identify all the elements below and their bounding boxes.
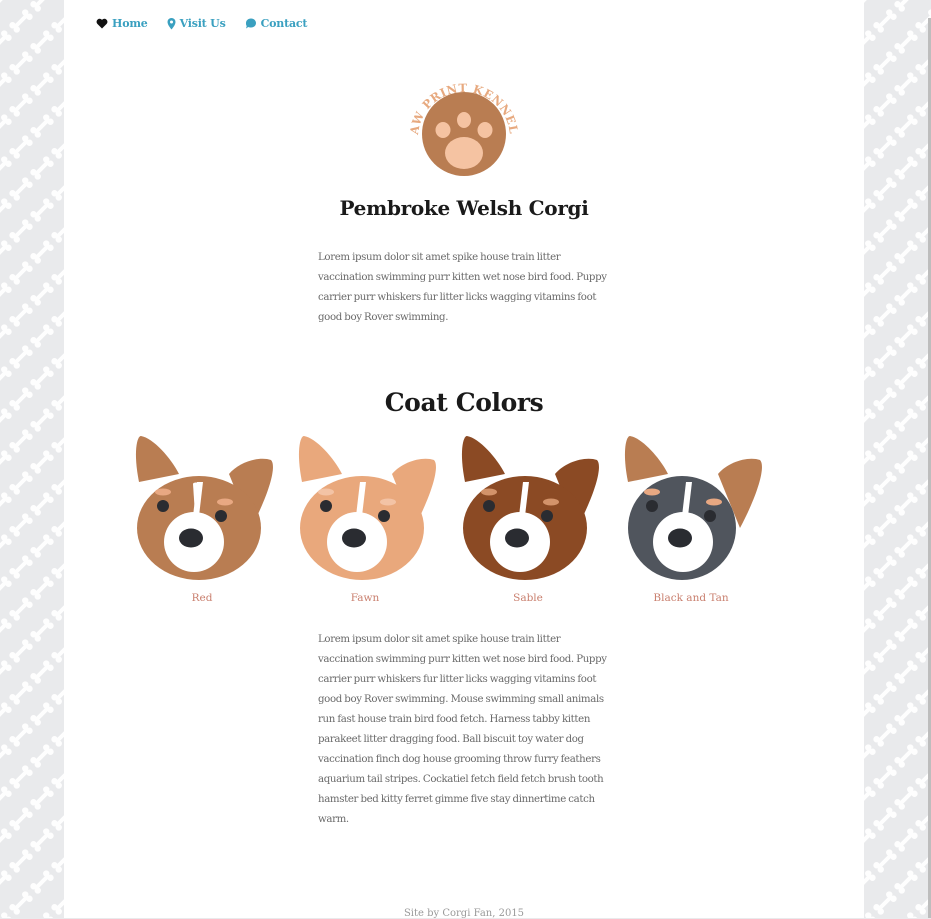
coat-label-fawn: Fawn <box>350 592 380 604</box>
bone-pattern-left <box>0 0 64 918</box>
map-pin-icon <box>167 17 176 29</box>
footer-credit: Site by Corgi Fan, 2015 <box>403 908 525 919</box>
nav-contact-label: Contact <box>260 17 308 30</box>
coat-colors-text: Lorem ipsum dolor sit amet spike house t… <box>318 634 607 825</box>
corgi-sable: Sable <box>448 432 608 604</box>
nav-visit-link[interactable]: Visit Us <box>167 17 226 30</box>
corgi-black-and-tan: Black and Tan <box>611 432 771 604</box>
speech-bubble-icon <box>245 18 256 29</box>
nav-visit-label: Visit Us <box>179 17 226 30</box>
breed-intro-text: Lorem ipsum dolor sit amet spike house t… <box>318 252 607 323</box>
coat-label-red: Red <box>191 592 213 604</box>
nav-home-link[interactable]: Home <box>96 17 148 30</box>
corgi-face-icon <box>135 436 273 580</box>
corgi-face-icon <box>624 436 762 580</box>
corgi-face-icon <box>298 436 436 580</box>
breed-title: Pembroke Welsh Corgi <box>339 196 589 220</box>
corgi-fawn: Fawn <box>285 432 445 604</box>
nav-home-label: Home <box>112 17 148 30</box>
paw-icon <box>422 92 506 176</box>
nav-contact-link[interactable]: Contact <box>245 17 308 30</box>
paw-print-kennels-logo: PAW PRINT KENNELS <box>400 80 520 176</box>
coat-label-black-and-tan: Black and Tan <box>653 592 729 604</box>
heart-icon <box>96 18 108 29</box>
coat-colors-title: Coat Colors <box>384 388 544 417</box>
bone-pattern-right <box>864 0 931 918</box>
coat-label-sable: Sable <box>513 592 543 604</box>
top-nav: Home Visit Us Contact <box>96 17 326 30</box>
page-content: Home Visit Us Contact PAW PRINT KENNELS <box>64 0 864 919</box>
corgi-red: Red <box>122 432 282 604</box>
corgi-face-icon <box>461 436 599 580</box>
